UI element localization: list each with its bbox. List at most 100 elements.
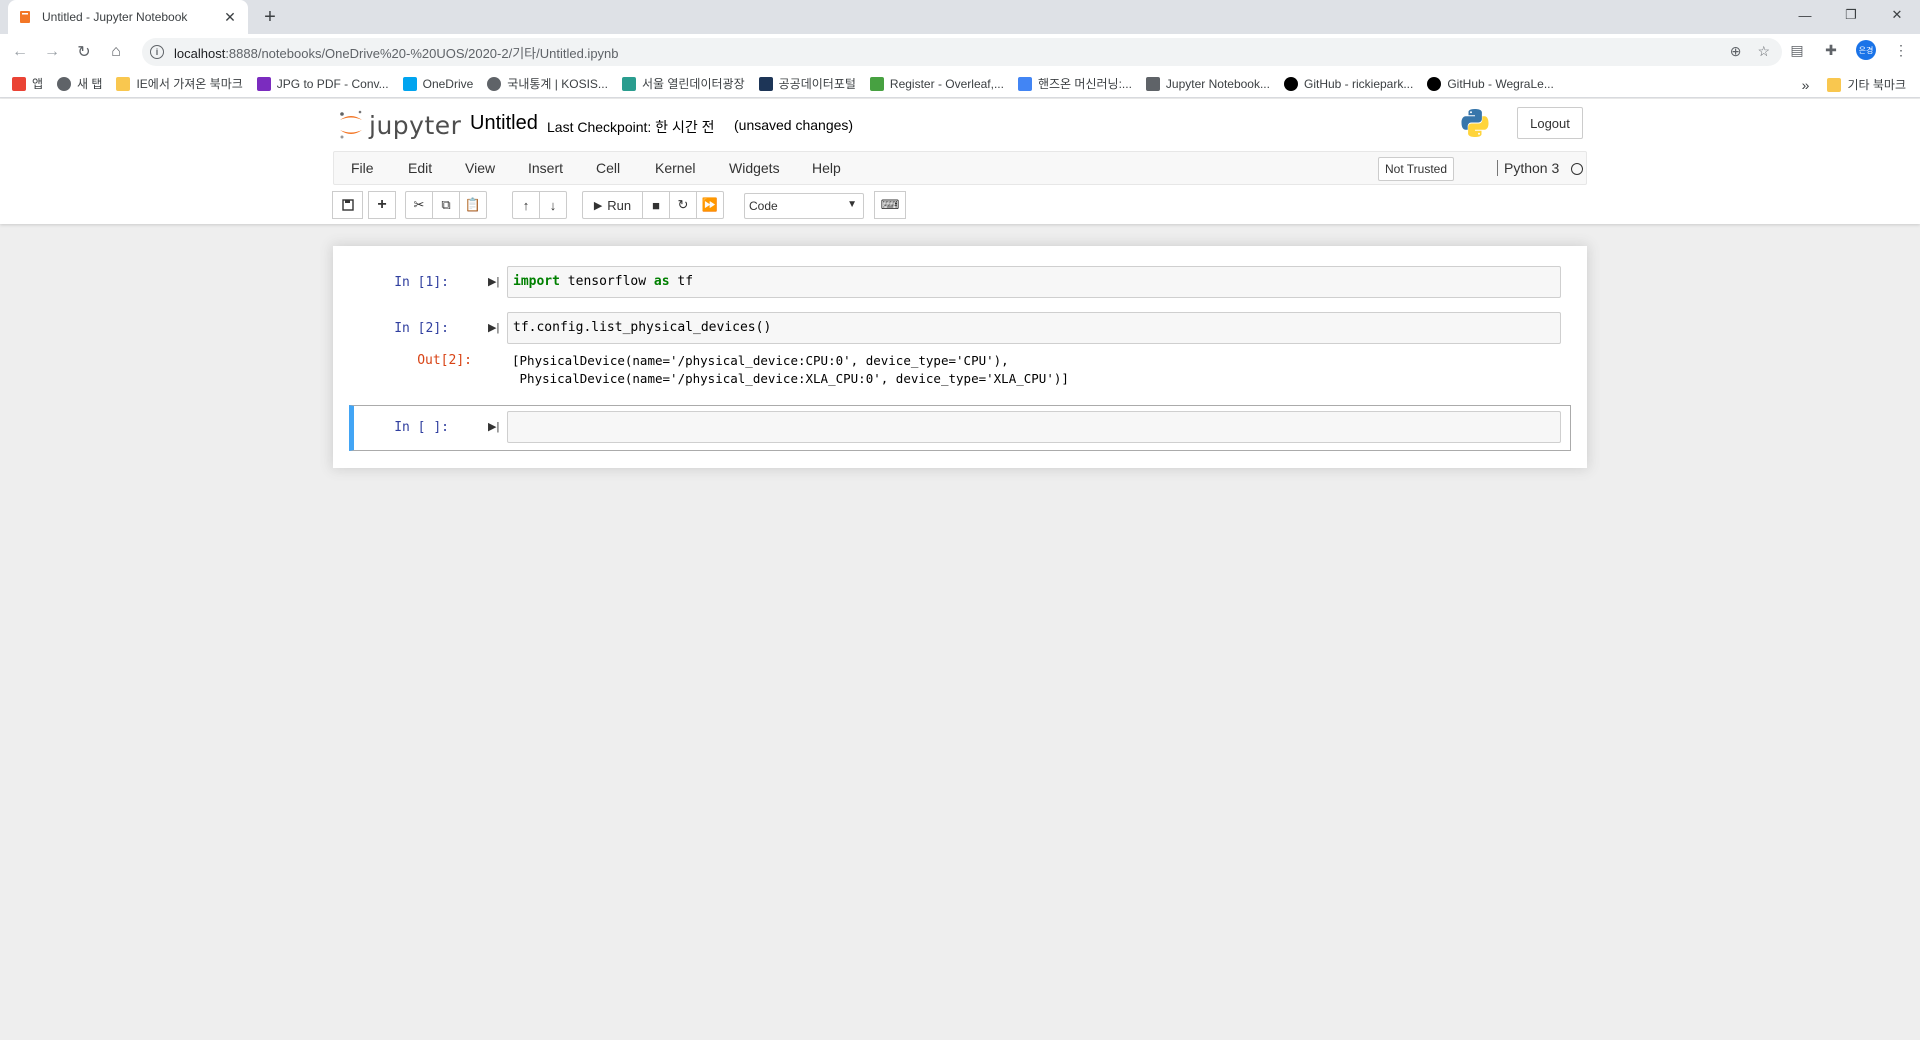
bookmark-item[interactable]: OneDrive	[402, 76, 473, 91]
bookmark-item[interactable]: 서울 열린데이터광장	[621, 75, 745, 92]
run-cell-icon[interactable]: ▶|	[488, 420, 502, 434]
menu-widgets[interactable]: Widgets	[729, 160, 780, 176]
code-input[interactable]: import tensorflow as tf	[507, 266, 1561, 298]
last-checkpoint: Last Checkpoint: 한 시간 전	[547, 119, 715, 135]
bookmark-item[interactable]: GitHub - rickiepark...	[1283, 76, 1413, 91]
run-cell-icon[interactable]: ▶|	[488, 275, 502, 289]
bookmark-label: 공공데이터포털	[778, 77, 856, 91]
code-cell[interactable]: In [1]: ▶| import tensorflow as tf	[349, 266, 1571, 300]
bookmark-item[interactable]: GitHub - WegraLe...	[1427, 76, 1554, 91]
restore-icon[interactable]: ❐	[1828, 0, 1874, 30]
url-text[interactable]: localhost:8888/notebooks/OneDrive%20-%20…	[174, 43, 619, 62]
logout-button[interactable]: Logout	[1517, 107, 1583, 139]
menu-view[interactable]: View	[465, 160, 495, 176]
jpg2pdf-icon	[256, 76, 271, 91]
jupyter-logo[interactable]: jupyter	[337, 109, 461, 141]
bookmark-item[interactable]: Jupyter Notebook...	[1145, 76, 1270, 91]
extensions-puzzle-icon[interactable]: ✚	[1822, 41, 1840, 59]
paste-icon[interactable]: 📋	[459, 191, 487, 219]
toolbar-run-group: ▶ Run ■ ↻ ⏩	[582, 191, 724, 219]
cell-output: [PhysicalDevice(name='/physical_device:C…	[512, 353, 1069, 386]
chevron-down-icon: ▼	[847, 199, 857, 210]
bookmarks-overflow-icon[interactable]: »	[1802, 77, 1810, 93]
copy-icon[interactable]: ⧉	[432, 191, 460, 219]
move-up-icon[interactable]: ↑	[512, 191, 540, 219]
zoom-icon[interactable]: ⊕	[1730, 43, 1742, 60]
play-icon: ▶	[593, 199, 603, 212]
bookmark-item[interactable]: 국내통계 | KOSIS...	[487, 75, 608, 92]
bookmark-label: IE에서 가져온 북마크	[136, 77, 243, 91]
menu-file[interactable]: File	[351, 160, 374, 176]
not-trusted-button[interactable]: Not Trusted	[1378, 157, 1455, 181]
other-bookmarks[interactable]: 기타 북마크	[1847, 76, 1906, 93]
toolbar-edit-group: ✂ ⧉ 📋	[405, 191, 487, 219]
reading-list-icon[interactable]: ▤	[1788, 41, 1806, 59]
menu-insert[interactable]: Insert	[528, 160, 563, 176]
input-prompt: In [2]:	[394, 321, 449, 336]
reload-icon[interactable]: ↻	[70, 38, 98, 66]
restart-run-all-icon[interactable]: ⏩	[696, 191, 724, 219]
bookmark-item[interactable]: 핸즈온 머신러닝:...	[1017, 75, 1132, 92]
code-cell[interactable]: In [2]: ▶| tf.config.list_physical_devic…	[349, 312, 1571, 392]
minimize-icon[interactable]: —	[1782, 0, 1828, 30]
bookmark-label: GitHub - WegraLe...	[1447, 76, 1554, 91]
code-cell-selected[interactable]: In [ ]: ▶|	[349, 405, 1571, 451]
menu-kebab-icon[interactable]: ⋮	[1892, 41, 1910, 59]
jupyter-favicon-icon	[20, 11, 30, 23]
cut-icon[interactable]: ✂	[405, 191, 433, 219]
bookmark-item[interactable]: Register - Overleaf,...	[869, 76, 1004, 91]
close-window-icon[interactable]: ✕	[1874, 0, 1920, 30]
run-cell-icon[interactable]: ▶|	[488, 321, 502, 335]
interrupt-kernel-icon[interactable]: ■	[642, 191, 670, 219]
toolbar-save-group	[332, 191, 363, 219]
insert-cell-below-icon[interactable]: +	[368, 191, 396, 219]
overleaf-icon	[869, 76, 884, 91]
menu-help[interactable]: Help	[812, 160, 841, 176]
autosave-status: (unsaved changes)	[734, 117, 854, 133]
run-label: Run	[607, 197, 632, 213]
output-prompt: Out[2]:	[417, 353, 472, 368]
menu-kernel[interactable]: Kernel	[655, 160, 695, 176]
bookmark-item[interactable]: 새 탭	[57, 75, 102, 92]
tab-title: Untitled - Jupyter Notebook	[42, 10, 188, 24]
jupyter-logo-text: jupyter	[369, 110, 462, 140]
apps-grid-icon	[12, 76, 26, 91]
bookmark-item[interactable]: 앱	[12, 75, 43, 92]
kernel-idle-indicator-icon	[1571, 163, 1583, 175]
home-icon[interactable]: ⌂	[102, 38, 130, 66]
tab-close-icon[interactable]: ✕	[222, 9, 238, 26]
bookmark-item[interactable]: JPG to PDF - Conv...	[256, 76, 389, 91]
menu-cell[interactable]: Cell	[596, 160, 620, 176]
run-button[interactable]: ▶ Run	[582, 191, 643, 219]
notebook-title[interactable]: Untitled	[470, 112, 538, 135]
new-tab-icon[interactable]: +	[258, 5, 282, 29]
code-input[interactable]	[507, 411, 1561, 443]
input-prompt: In [1]:	[394, 275, 449, 290]
bookmark-star-icon[interactable]: ☆	[1757, 43, 1770, 60]
notebook-container: In [1]: ▶| import tensorflow as tf In [2…	[333, 246, 1587, 468]
profile-avatar[interactable]: 은경	[1856, 40, 1876, 60]
forward-icon[interactable]: →	[38, 38, 66, 66]
github-icon	[1283, 76, 1298, 91]
toolbar-palette-group: ⌨	[874, 191, 906, 219]
folder-icon	[1827, 77, 1842, 92]
jupyter-menubar: File Edit View Insert Cell Kernel Widget…	[333, 151, 1587, 185]
cell-type-select[interactable]: Code ▼	[744, 193, 864, 219]
bookmark-item[interactable]: IE에서 가져온 북마크	[116, 75, 243, 92]
bookmark-item[interactable]: 공공데이터포털	[758, 75, 856, 92]
bookmark-label: Jupyter Notebook...	[1165, 76, 1270, 91]
code-input[interactable]: tf.config.list_physical_devices()	[507, 312, 1561, 344]
site-info-icon[interactable]: i	[150, 45, 164, 59]
bookmark-label: 서울 열린데이터광장	[641, 77, 745, 91]
command-palette-keyboard-icon[interactable]: ⌨	[874, 191, 906, 219]
menu-edit[interactable]: Edit	[408, 160, 432, 176]
save-icon[interactable]	[332, 191, 363, 219]
bookmark-label: 국내통계 | KOSIS...	[507, 77, 608, 91]
restart-kernel-icon[interactable]: ↻	[669, 191, 697, 219]
back-icon[interactable]: ←	[6, 38, 34, 66]
address-bar[interactable]: i localhost:8888/notebooks/OneDrive%20-%…	[142, 38, 1782, 66]
move-down-icon[interactable]: ↓	[539, 191, 567, 219]
browser-tab[interactable]: Untitled - Jupyter Notebook ✕	[8, 0, 248, 34]
kernel-name[interactable]: Python 3	[1497, 160, 1559, 176]
globe-icon	[57, 76, 72, 91]
